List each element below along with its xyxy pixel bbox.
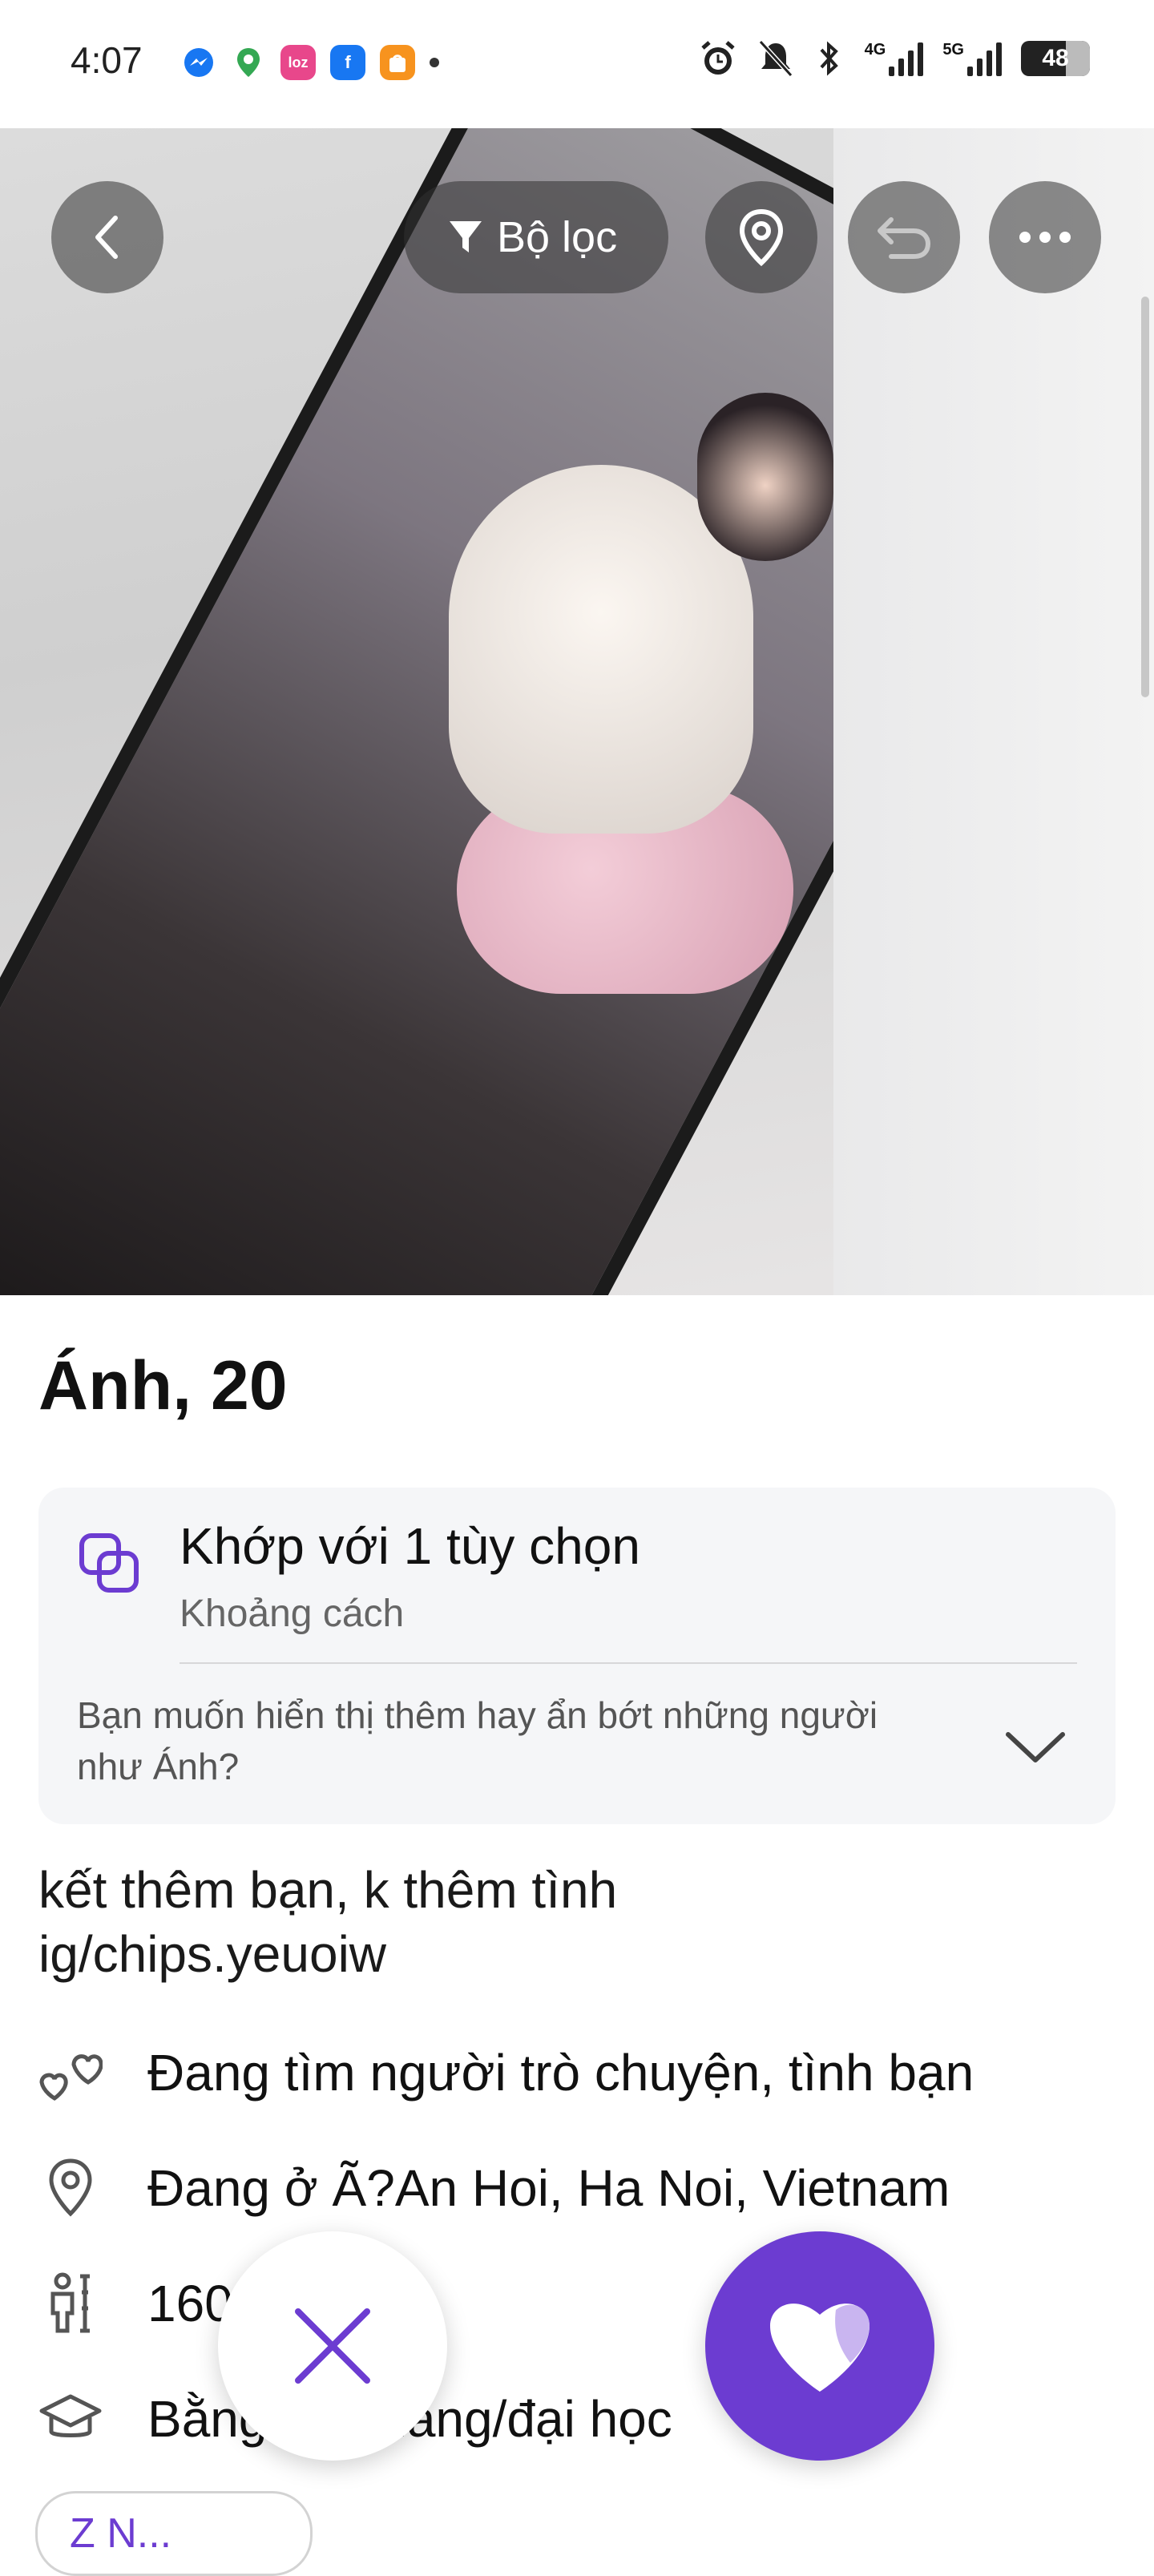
more-notifications-dot <box>430 58 439 67</box>
like-button[interactable] <box>705 2231 934 2461</box>
profile-photo[interactable] <box>0 128 1154 1295</box>
lazada-label: loz <box>288 54 309 71</box>
filter-label: Bộ lọc <box>497 213 618 261</box>
messenger-icon <box>181 45 216 80</box>
photo-subject-head <box>697 393 833 561</box>
graduation-cap-icon <box>39 2394 102 2437</box>
filter-button[interactable]: Bộ lọc <box>404 181 669 293</box>
profile-name-age: Ánh, 20 <box>38 1347 288 1424</box>
status-bar: 4:07 loz f 4G 5G 48 <box>0 0 1154 128</box>
match-subtitle: Khoảng cách <box>180 1593 405 1635</box>
map-pin-icon <box>739 208 784 267</box>
bluetooth-icon <box>820 41 838 76</box>
signal-5g-icon: 5G <box>942 41 1002 76</box>
location-button[interactable] <box>705 181 817 293</box>
divider <box>180 1662 1077 1664</box>
alarm-icon <box>700 41 735 75</box>
detail-looking-for: Đang tìm người trò chuyện, tình bạn <box>38 2041 974 2105</box>
lazada-icon: loz <box>280 45 316 80</box>
looking-for-text: Đang tìm người trò chuyện, tình bạn <box>147 2044 974 2102</box>
notification-icons: loz f <box>181 45 439 80</box>
heart-icon <box>770 2303 870 2392</box>
scrollbar[interactable] <box>1141 297 1149 697</box>
match-options-icon <box>79 1533 139 1593</box>
chevron-left-icon <box>95 216 118 259</box>
undo-icon <box>878 217 931 259</box>
maps-pin-icon <box>231 45 266 80</box>
more-options-button[interactable] <box>989 181 1101 293</box>
chevron-down-icon[interactable] <box>1003 1728 1067 1768</box>
filter-icon <box>450 221 482 252</box>
bottom-pill-label: Z N... <box>70 2510 172 2557</box>
location-pin-icon <box>49 2158 92 2217</box>
bottom-pill[interactable]: Z N... <box>35 2491 313 2576</box>
match-title: Khớp với 1 tùy chọn <box>180 1517 640 1575</box>
back-button[interactable] <box>51 181 163 293</box>
photo-wall <box>833 128 1154 1295</box>
network-4g-label: 4G <box>864 41 886 59</box>
detail-height: 160 <box>38 2271 233 2336</box>
shopee-icon <box>380 45 415 80</box>
system-icons: 4G 5G 48 <box>698 38 1090 79</box>
location-text: Đang ở Ã?An Hoi, Ha Noi, Vietnam <box>147 2159 950 2217</box>
network-5g-label: 5G <box>942 41 964 59</box>
dislike-button[interactable] <box>218 2231 447 2461</box>
x-icon <box>295 2308 370 2384</box>
mute-bell-icon <box>758 39 793 78</box>
detail-location: Đang ở Ã?An Hoi, Ha Noi, Vietnam <box>38 2156 950 2220</box>
status-time: 4:07 <box>71 39 143 81</box>
battery-level: 48 <box>1042 45 1069 71</box>
height-icon <box>50 2272 90 2333</box>
match-card[interactable]: Khớp với 1 tùy chọn Khoảng cách Bạn muốn… <box>38 1488 1116 1824</box>
bio: kết thêm bạn, k thêm tình ig/chips.yeuoi… <box>38 1858 617 1986</box>
facebook-icon: f <box>330 45 365 80</box>
more-dots-icon <box>1019 232 1071 243</box>
undo-button[interactable] <box>848 181 960 293</box>
hearts-icon <box>39 2054 103 2101</box>
signal-4g-icon: 4G <box>865 41 924 76</box>
bio-instagram: ig/chips.yeuoiw <box>38 1925 386 1983</box>
bio-line-1: kết thêm bạn, k thêm tình <box>38 1861 618 1919</box>
battery-indicator: 48 <box>1021 41 1090 76</box>
match-question: Bạn muốn hiển thị thêm hay ẩn bớt những … <box>77 1694 878 1787</box>
